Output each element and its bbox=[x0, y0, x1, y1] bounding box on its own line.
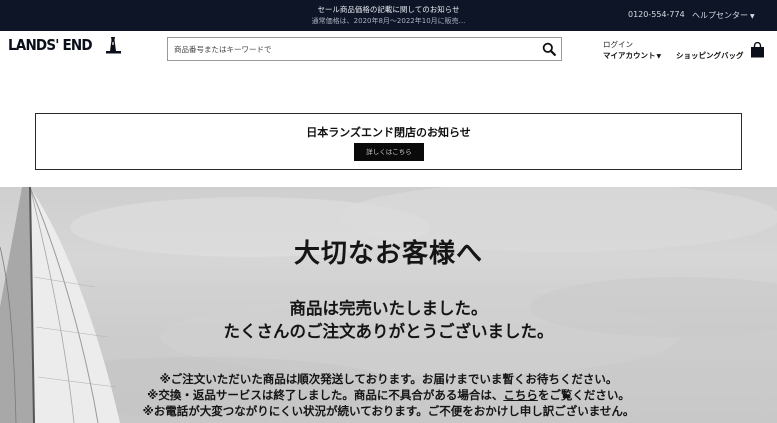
chevron-down-icon: ▼ bbox=[656, 53, 662, 60]
thank-you-message: たくさんのご注文ありがとうございました。 bbox=[223, 322, 554, 341]
sold-out-message: 商品は完売いたしました。 bbox=[289, 299, 488, 318]
chevron-down-icon: ▼ bbox=[750, 13, 755, 20]
shopping-bag-link[interactable]: ショッピングバッグ bbox=[676, 50, 744, 61]
shipping-notice: ※ご注文いただいた商品は順次発送しております。お届けまでいま暫くお待ちください。 bbox=[159, 372, 618, 386]
login-link[interactable]: ログイン bbox=[603, 39, 633, 50]
my-account-menu[interactable]: マイアカウント▼ bbox=[603, 50, 661, 61]
search-input[interactable] bbox=[174, 42, 534, 56]
phone-number[interactable]: 0120-554-774 bbox=[628, 10, 685, 19]
top-announcement-bar: セール商品価格の記載に関してのお知らせ 通常価格は、2020年8月～2022年1… bbox=[0, 0, 777, 31]
hero-title: 大切なお客様へ bbox=[293, 239, 483, 269]
hero-banner: 大切なお客様へ 商品は完売いたしました。 たくさんのご注文ありがとうございました… bbox=[0, 187, 777, 423]
search-icon[interactable] bbox=[542, 42, 556, 56]
lighthouse-icon bbox=[106, 37, 121, 54]
return-notice: ※交換・返品サービスは終了しました。商品に不具合がある場合は、こちらをご覧くださ… bbox=[0, 387, 777, 403]
my-account-label: マイアカウント bbox=[603, 51, 656, 60]
return-notice-suffix: をご覧ください。 bbox=[537, 388, 630, 402]
shopping-bag-icon[interactable] bbox=[750, 42, 765, 58]
lands-end-logo[interactable]: LANDS' END bbox=[8, 36, 93, 54]
return-info-link[interactable]: こちら bbox=[503, 388, 538, 402]
store-closing-title: 日本ランズエンド閉店のお知らせ bbox=[306, 126, 471, 139]
help-center-label: ヘルプセンター bbox=[692, 11, 748, 20]
phone-notice: ※お電話が大変つながりにくい状況が続いております。ご不便をおかけし申し訳ございま… bbox=[142, 404, 635, 418]
return-notice-text: ※交換・返品サービスは終了しました。商品に不具合がある場合は、 bbox=[147, 388, 504, 402]
search-box bbox=[167, 37, 562, 61]
store-closing-notice: 日本ランズエンド閉店のお知らせ 詳しくはこちら bbox=[35, 113, 742, 170]
details-button[interactable]: 詳しくはこちら bbox=[354, 143, 424, 161]
help-center-menu[interactable]: ヘルプセンター ▼ bbox=[692, 10, 755, 21]
